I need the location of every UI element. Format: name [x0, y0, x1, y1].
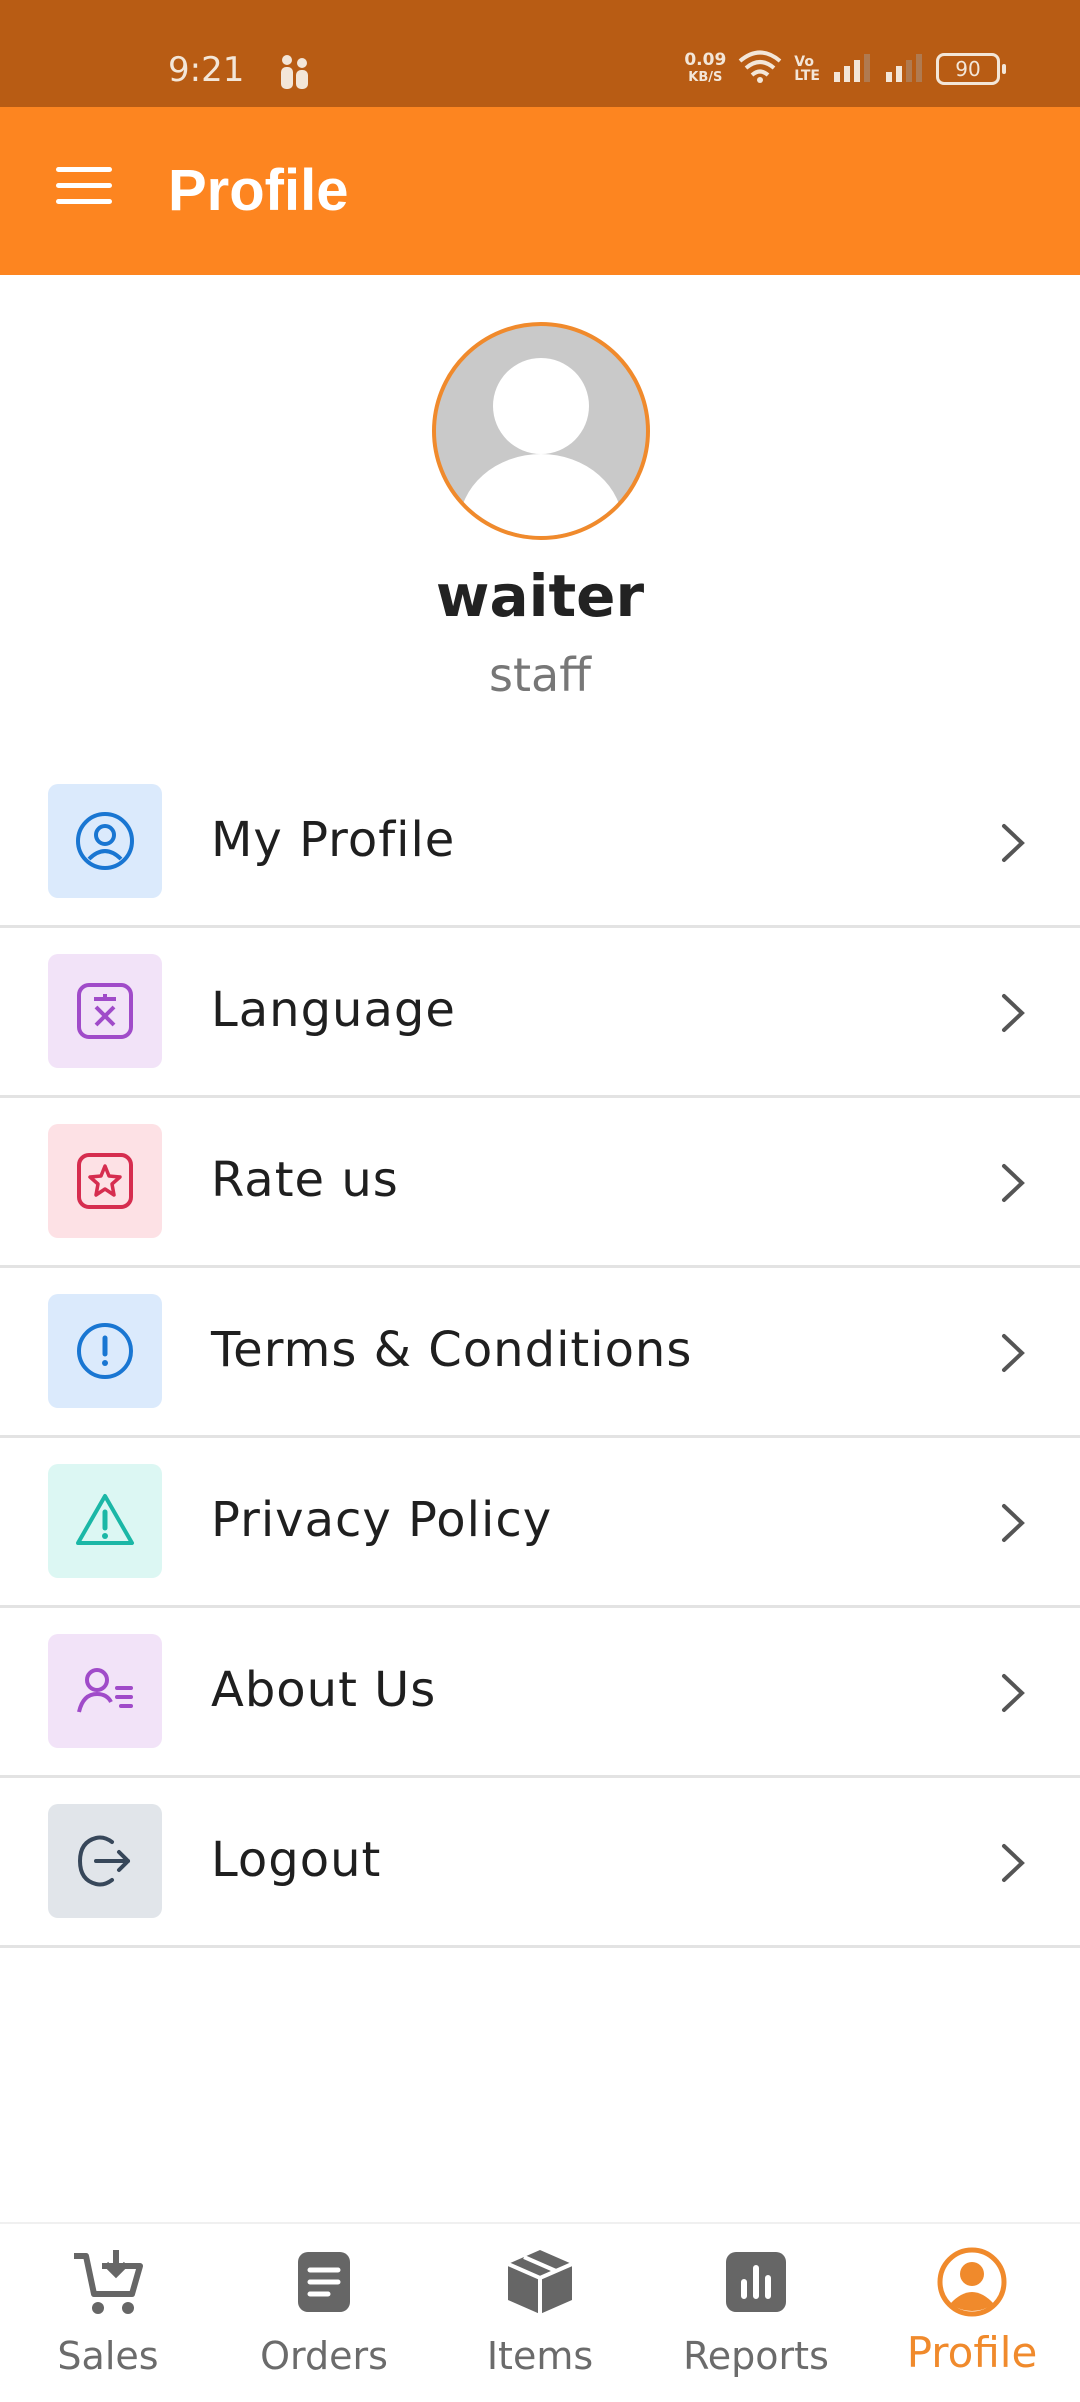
reports-icon [726, 2252, 786, 2312]
chevron-right-icon [1002, 994, 1025, 1032]
box-icon [507, 2250, 573, 2314]
menu-item-label: Privacy Policy [211, 1492, 553, 1548]
user-name: waiter [435, 562, 645, 630]
nav-label: Items [486, 2334, 594, 2378]
app-bar: Profile [0, 107, 1080, 275]
signal-icon [832, 52, 872, 86]
translate-icon [48, 954, 162, 1068]
volte-bottom: LTE [794, 68, 820, 84]
menu-item-rate-us[interactable]: Rate us [0, 1098, 1080, 1268]
menu-item-label: About Us [211, 1662, 437, 1718]
menu-item-label: My Profile [211, 812, 456, 868]
nav-label: Sales [57, 2334, 159, 2378]
chevron-right-icon [1002, 1844, 1025, 1882]
menu-item-terms[interactable]: Terms & Conditions [0, 1268, 1080, 1438]
avatar [432, 322, 650, 540]
page-title: Profile [168, 158, 349, 223]
nav-tab-reports[interactable]: Reports [648, 2224, 864, 2402]
menu-item-my-profile[interactable]: My Profile [0, 758, 1080, 928]
orders-icon [298, 2252, 350, 2312]
star-icon [48, 1124, 162, 1238]
chevron-right-icon [1002, 1334, 1025, 1372]
logout-icon [48, 1804, 162, 1918]
cart-icon [74, 2250, 143, 2314]
network-speed: 0.09 KB/S [684, 52, 726, 86]
chevron-right-icon [1002, 1164, 1025, 1202]
menu-item-label: Rate us [211, 1152, 399, 1208]
menu-item-privacy-policy[interactable]: Privacy Policy [0, 1438, 1080, 1608]
status-bar: 9:21 0.09 KB/S Vo LTE 90 [0, 0, 1080, 107]
menu-item-logout[interactable]: Logout [0, 1778, 1080, 1948]
user-role: staff [489, 648, 591, 702]
chevron-right-icon [1002, 1504, 1025, 1542]
user-circle-icon [48, 784, 162, 898]
chevron-right-icon [1002, 1674, 1025, 1712]
network-speed-unit: KB/S [688, 70, 723, 85]
info-circle-icon [48, 1294, 162, 1408]
volte-top: Vo [794, 54, 814, 70]
chevron-right-icon [1002, 824, 1025, 862]
profile-icon [937, 2247, 1007, 2317]
hamburger-menu-icon[interactable] [56, 167, 112, 211]
signal-2-icon [884, 52, 924, 86]
menu-item-label: Language [211, 982, 456, 1038]
nav-tab-items[interactable]: Items [432, 2224, 648, 2402]
menu-item-label: Terms & Conditions [211, 1322, 693, 1378]
status-time: 9:21 [168, 50, 245, 90]
nav-label: Profile [906, 2328, 1038, 2377]
wifi-icon [738, 50, 782, 88]
nav-tab-orders[interactable]: Orders [216, 2224, 432, 2402]
menu-item-label: Logout [211, 1832, 382, 1888]
profile-menu: My Profile Language Rate us Terms & Cond… [0, 758, 1080, 1948]
bottom-navigation: Sales Orders Items Reports Profile [0, 2222, 1080, 2402]
nav-tab-sales[interactable]: Sales [0, 2224, 216, 2402]
nav-label: Orders [260, 2334, 388, 2378]
volte-indicator: Vo LTE [794, 55, 820, 83]
nav-tab-profile[interactable]: Profile [864, 2224, 1080, 2402]
warning-triangle-icon [48, 1464, 162, 1578]
people-icon [276, 54, 314, 94]
user-list-icon [48, 1634, 162, 1748]
status-indicators: 0.09 KB/S Vo LTE 90 [684, 50, 1006, 88]
battery-icon: 90 [936, 53, 1006, 85]
nav-label: Reports [683, 2334, 829, 2378]
network-speed-value: 0.09 [684, 50, 727, 70]
menu-item-language[interactable]: Language [0, 928, 1080, 1098]
menu-item-about-us[interactable]: About Us [0, 1608, 1080, 1778]
